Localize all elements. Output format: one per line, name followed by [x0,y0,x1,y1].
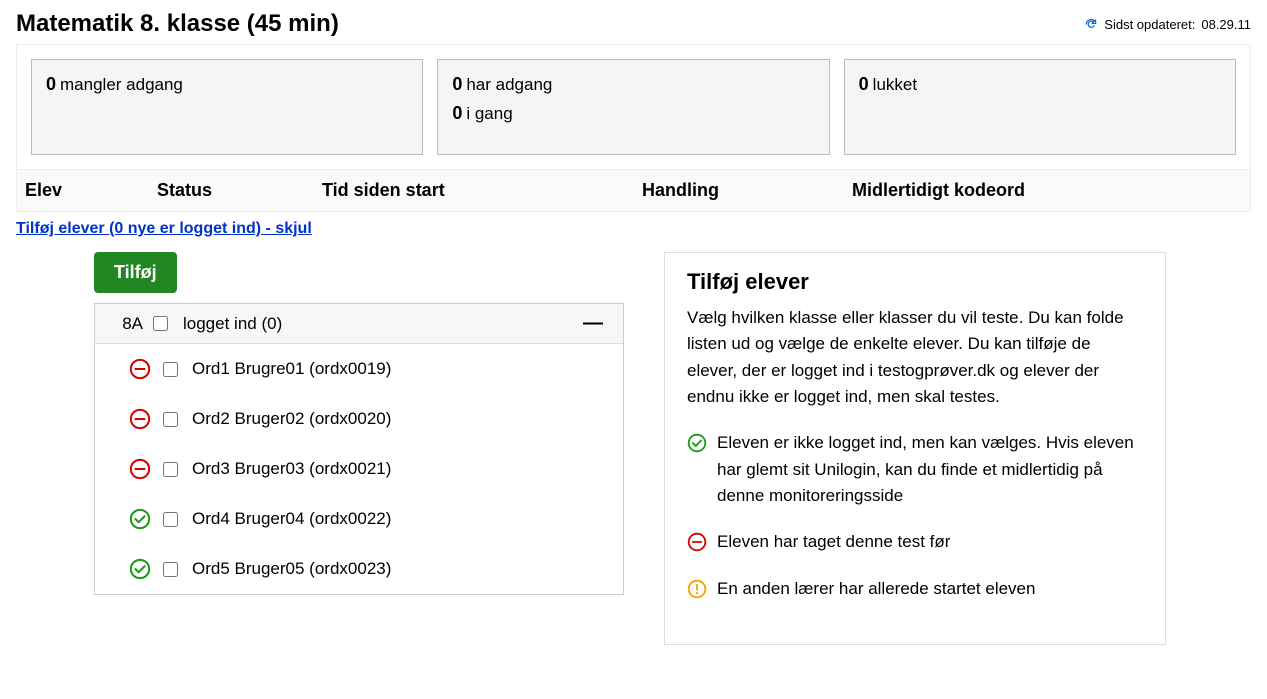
status-count: 0 [452,74,462,94]
student-checkbox[interactable] [163,412,178,427]
updated-label: Sidst opdateret: [1104,17,1195,32]
class-row[interactable]: 8A logget ind (0) — [95,304,623,344]
class-name: 8A [109,314,143,334]
status-label: lukket [873,75,917,94]
student-row[interactable]: Ord4 Bruger04 (ordx0022) [95,494,623,544]
student-row[interactable]: Ord5 Bruger05 (ordx0023) [95,544,623,594]
refresh-icon[interactable] [1084,17,1098,31]
check-circle-icon [129,508,151,530]
col-handling: Handling [634,170,844,211]
col-elev: Elev [17,170,149,211]
minus-circle-icon [129,358,151,380]
col-status: Status [149,170,314,211]
add-students-link[interactable]: Tilføj elever (0 nye er logget ind) - sk… [16,220,312,237]
student-checkbox[interactable] [163,362,178,377]
status-card: 0mangler adgang [31,59,423,155]
legend-taken: Eleven har taget denne test før [687,529,1143,555]
updated-time: 08.29.11 [1201,17,1251,32]
legend-taken-text: Eleven har taget denne test før [717,529,950,555]
collapse-icon[interactable]: — [577,312,609,335]
check-circle-icon [687,433,707,453]
status-label: har adgang [466,75,552,94]
last-updated: Sidst opdateret: 08.29.11 [1084,17,1251,32]
legend-started-text: En anden lærer har allerede startet elev… [717,576,1035,602]
legend-started: En anden lærer har allerede startet elev… [687,576,1143,602]
student-checkbox[interactable] [163,562,178,577]
status-count: 0 [452,103,462,123]
class-logged-in-label: logget ind (0) [183,314,577,334]
help-panel: Tilføj elever Vælg hvilken klasse eller … [664,252,1166,645]
minus-circle-icon [129,408,151,430]
status-count: 0 [859,74,869,94]
status-label: mangler adgang [60,75,183,94]
status-count: 0 [46,74,56,94]
student-name: Ord2 Bruger02 (ordx0020) [192,409,391,429]
help-title: Tilføj elever [687,269,1143,295]
minus-circle-icon [687,532,707,552]
student-checkbox[interactable] [163,512,178,527]
student-name: Ord3 Bruger03 (ordx0021) [192,459,391,479]
page-title: Matematik 8. klasse (45 min) [16,10,339,38]
status-card: 0har adgang0i gang [437,59,829,155]
student-row[interactable]: Ord3 Bruger03 (ordx0021) [95,444,623,494]
student-row[interactable]: Ord1 Brugre01 (ordx0019) [95,344,623,394]
add-button[interactable]: Tilføj [94,252,177,293]
minus-circle-icon [129,458,151,480]
status-card: 0lukket [844,59,1236,155]
student-name: Ord5 Bruger05 (ordx0023) [192,559,391,579]
class-checkbox[interactable] [153,316,168,331]
status-label: i gang [466,104,512,123]
student-name: Ord1 Brugre01 (ordx0019) [192,359,391,379]
help-intro: Vælg hvilken klasse eller klasser du vil… [687,305,1143,410]
legend-ok: Eleven er ikke logget ind, men kan vælge… [687,430,1143,509]
legend-ok-text: Eleven er ikke logget ind, men kan vælge… [717,430,1143,509]
col-tid: Tid siden start [314,170,634,211]
info-circle-icon [687,579,707,599]
student-row[interactable]: Ord2 Bruger02 (ordx0020) [95,394,623,444]
col-kodeord: Midlertidigt kodeord [844,170,1250,211]
student-name: Ord4 Bruger04 (ordx0022) [192,509,391,529]
check-circle-icon [129,558,151,580]
student-checkbox[interactable] [163,462,178,477]
